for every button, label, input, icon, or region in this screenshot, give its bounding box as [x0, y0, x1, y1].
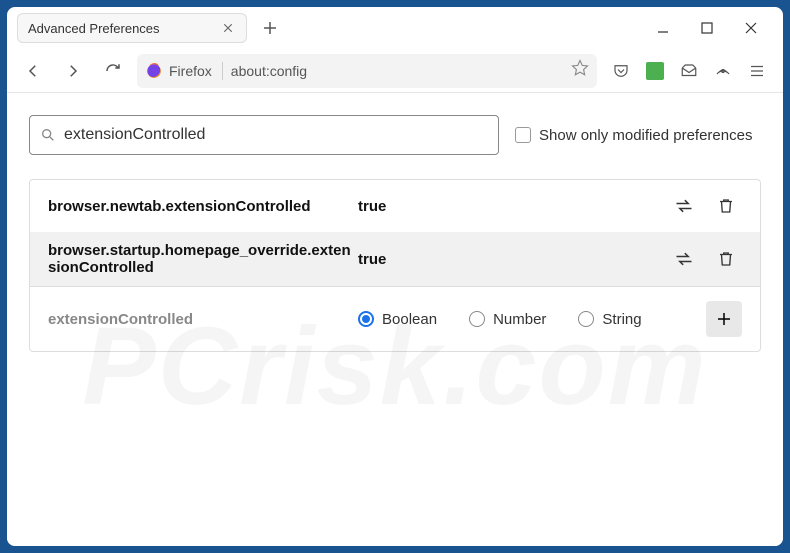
close-tab-icon[interactable] — [220, 20, 236, 36]
type-options: Boolean Number String — [358, 311, 706, 328]
show-modified-checkbox[interactable]: Show only modified preferences — [515, 127, 752, 144]
radio-label: Boolean — [382, 311, 437, 328]
trash-icon — [717, 250, 735, 268]
plus-icon — [715, 310, 733, 328]
window-close-button[interactable] — [743, 20, 759, 36]
preference-actions — [668, 243, 742, 275]
add-preference-name: extensionControlled — [48, 311, 358, 328]
radio-label: Number — [493, 311, 546, 328]
window: Advanced Preferences — [7, 7, 783, 546]
add-preference-row: extensionControlled Boolean Number Strin… — [29, 287, 761, 352]
preference-row[interactable]: browser.newtab.extensionControlled true — [30, 180, 760, 232]
menu-icon[interactable] — [747, 61, 767, 81]
account-icon[interactable] — [713, 61, 733, 81]
search-icon — [40, 127, 56, 143]
preference-actions — [668, 190, 742, 222]
back-button[interactable] — [17, 55, 49, 87]
preference-row[interactable]: browser.startup.homepage_override.extens… — [30, 232, 760, 286]
radio-label: String — [602, 311, 641, 328]
preference-name: browser.newtab.extensionControlled — [48, 198, 358, 215]
delete-button[interactable] — [710, 243, 742, 275]
show-modified-label: Show only modified preferences — [539, 127, 752, 144]
bookmark-star-icon[interactable] — [571, 59, 589, 82]
window-controls — [655, 20, 759, 36]
content: PCrisk.com Show only modified preference… — [7, 93, 783, 546]
maximize-button[interactable] — [699, 20, 715, 36]
radio-icon[interactable] — [469, 311, 485, 327]
minimize-button[interactable] — [655, 20, 671, 36]
toolbar: Firefox about:config — [7, 49, 783, 93]
tab-title: Advanced Preferences — [28, 21, 220, 36]
url-text: about:config — [231, 63, 563, 79]
forward-button[interactable] — [57, 55, 89, 87]
type-boolean[interactable]: Boolean — [358, 311, 437, 328]
trash-icon — [717, 197, 735, 215]
pocket-icon[interactable] — [611, 61, 631, 81]
browser-tab[interactable]: Advanced Preferences — [17, 13, 247, 43]
checkbox-icon[interactable] — [515, 127, 531, 143]
toggle-icon — [674, 196, 694, 216]
preference-value: true — [358, 198, 668, 215]
firefox-logo-icon — [145, 62, 163, 80]
url-identity: Firefox — [145, 62, 223, 80]
search-row: Show only modified preferences — [29, 115, 761, 155]
new-tab-button[interactable] — [255, 13, 285, 43]
toggle-button[interactable] — [668, 190, 700, 222]
delete-button[interactable] — [710, 190, 742, 222]
reload-button[interactable] — [97, 55, 129, 87]
titlebar: Advanced Preferences — [7, 7, 783, 49]
toggle-icon — [674, 249, 694, 269]
url-bar[interactable]: Firefox about:config — [137, 54, 597, 88]
radio-icon[interactable] — [578, 311, 594, 327]
preference-value: true — [358, 251, 668, 268]
toggle-button[interactable] — [668, 243, 700, 275]
search-input[interactable] — [64, 126, 488, 144]
url-identity-label: Firefox — [169, 63, 212, 79]
preference-name: browser.startup.homepage_override.extens… — [48, 242, 358, 276]
preference-list: browser.newtab.extensionControlled true … — [29, 179, 761, 287]
inbox-icon[interactable] — [679, 61, 699, 81]
toolbar-icons — [605, 61, 773, 81]
add-button[interactable] — [706, 301, 742, 337]
search-box[interactable] — [29, 115, 499, 155]
type-string[interactable]: String — [578, 311, 641, 328]
type-number[interactable]: Number — [469, 311, 546, 328]
radio-icon[interactable] — [358, 311, 374, 327]
extension-icon[interactable] — [645, 61, 665, 81]
